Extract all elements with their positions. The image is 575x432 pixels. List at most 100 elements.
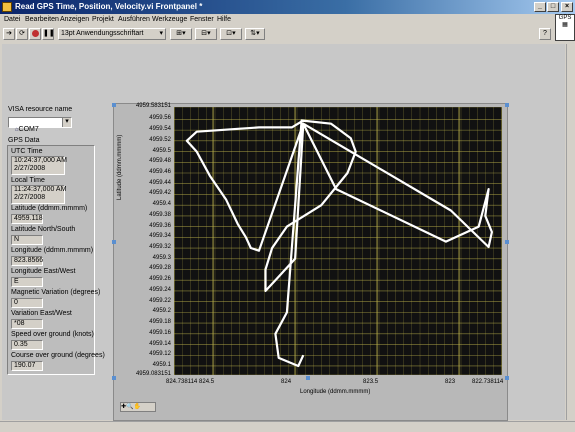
x-tick-label: 823.5 <box>363 379 379 385</box>
latitude-label: Latitude (ddmm.mmmm) <box>11 205 88 212</box>
run-arrow-icon[interactable]: ➔ <box>3 28 15 40</box>
vertical-scrollbar[interactable] <box>566 44 575 420</box>
speed-label: Speed over ground (knots) <box>11 331 94 338</box>
y-tick-label: 4959.26 <box>149 276 171 283</box>
resize-handle[interactable] <box>505 103 509 107</box>
course-label: Course over ground (degrees) <box>11 352 105 359</box>
y-tick-label: 4959.16 <box>149 329 171 336</box>
lon-ew-indicator: E <box>11 277 43 287</box>
magvar-indicator: 0 <box>11 298 43 308</box>
y-tick-label: 4959.1 <box>152 361 171 368</box>
app-icon <box>2 2 12 12</box>
y-tick-label: 4959.28 <box>149 265 171 272</box>
font-dropdown[interactable]: 13pt Anwendungsschriftart ▾ <box>58 28 166 40</box>
pause-button[interactable]: ❚❚ <box>42 28 55 40</box>
y-tick-label: 4959.34 <box>149 233 171 240</box>
gridlines <box>174 107 502 375</box>
minimize-button[interactable]: _ <box>534 2 546 12</box>
align-objects-icon[interactable]: ⊞▾ <box>170 28 192 40</box>
y-tick-label: 4959.583151 <box>135 103 171 109</box>
menu-hilfe[interactable]: Hilfe <box>217 14 231 25</box>
horizontal-scrollbar[interactable] <box>0 421 575 432</box>
y-tick-label: 4959.52 <box>149 136 171 143</box>
y-tick-label: 4959.12 <box>149 351 171 358</box>
resize-handle[interactable] <box>112 376 116 380</box>
run-continuously-icon[interactable]: ⟳ <box>16 28 28 40</box>
y-tick-label: 4959.3 <box>152 254 171 261</box>
utc-date: 2/27/2008 <box>14 165 46 172</box>
y-tick-label: 4959.56 <box>149 115 171 122</box>
resize-handle[interactable] <box>112 240 116 244</box>
x-tick-label: 823 <box>445 379 456 385</box>
chevron-down-icon: ▾ <box>159 30 163 37</box>
y-axis-label: Latitude (ddmm.mmmm) <box>117 134 123 200</box>
menu-ausfuehren[interactable]: Ausführen <box>118 14 150 25</box>
toolbar: ➔ ⟳ ❚❚ 13pt Anwendungsschriftart ▾ ⊞▾ ⊟▾ … <box>0 26 575 42</box>
menu-fenster[interactable]: Fenster <box>190 14 214 25</box>
menu-bearbeiten[interactable]: Bearbeiten <box>25 14 59 25</box>
resize-handle[interactable] <box>112 103 116 107</box>
lat-ns-indicator: N <box>11 235 43 245</box>
longitude-label: Longitude (ddmm.mmmm) <box>11 247 94 254</box>
y-tick-label: 4959.24 <box>149 286 171 293</box>
menu-werkzeuge[interactable]: Werkzeuge <box>152 14 187 25</box>
resize-handle[interactable] <box>306 376 310 380</box>
local-time-label: Local Time <box>11 177 45 184</box>
context-help-icon[interactable]: ? <box>539 28 551 40</box>
maximize-button[interactable]: □ <box>547 2 559 12</box>
menu-projekt[interactable]: Projekt <box>92 14 114 25</box>
utc-time: 10:24:37,000 AM <box>14 157 67 164</box>
longitude-indicator: 823.8566 <box>11 256 43 266</box>
y-tick-label: 4959.42 <box>149 190 171 197</box>
x-tick-label: 822.738114 <box>472 379 504 385</box>
x-tick-label: 824.738114 <box>166 379 198 385</box>
resize-objects-icon[interactable]: ⊡▾ <box>220 28 242 40</box>
visa-resource-control[interactable]: ⌂COM7 ▾ <box>8 117 72 133</box>
var-ew-indicator: *08 <box>11 319 43 329</box>
pan-hand-icon[interactable]: ✋ <box>134 404 141 410</box>
visa-label: VISA resource name <box>8 106 73 113</box>
title-bar: Read GPS Time, Position, Velocity.vi Fro… <box>0 0 575 14</box>
y-tick-label: 4959.4 <box>152 201 171 208</box>
lon-ew-label: Longitude East/West <box>11 268 76 275</box>
x-tick-label: 824 <box>281 379 292 385</box>
menu-bar: Datei Bearbeiten Anzeigen Projekt Ausfüh… <box>0 14 575 25</box>
latitude-indicator: 4959.118 <box>11 214 43 224</box>
speed-indicator: 0.35 <box>11 340 43 350</box>
local-date: 2/27/2008 <box>14 194 46 201</box>
utc-time-indicator: 10:24:37,000 AM 2/27/2008 <box>11 156 67 175</box>
y-tick-label: 4959.14 <box>149 340 171 347</box>
y-tick-label: 4959.083151 <box>135 371 171 377</box>
y-tick-label: 4959.18 <box>149 319 171 326</box>
y-tick-label: 4959.38 <box>149 211 171 218</box>
magvar-label: Magnetic Variation (degrees) <box>11 289 101 296</box>
y-tick-label: 4959.22 <box>149 297 171 304</box>
gps-cluster-label: GPS Data <box>8 137 40 144</box>
y-tick-label: 4959.2 <box>152 308 171 315</box>
close-button[interactable]: × <box>561 2 573 12</box>
y-tick-label: 4959.32 <box>149 244 171 251</box>
utc-label: UTC Time <box>11 148 43 155</box>
local-time-indicator: 11:24:37,000 AM 2/27/2008 <box>11 185 67 204</box>
y-tick-label: 4959.44 <box>149 179 171 186</box>
lat-ns-label: Latitude North/South <box>11 226 76 233</box>
x-axis-label: Longitude (ddmm.mmmm) <box>300 389 371 395</box>
y-tick-label: 4959.36 <box>149 222 171 229</box>
distribute-objects-icon[interactable]: ⊟▾ <box>195 28 217 40</box>
chevron-down-icon[interactable]: ▾ <box>62 118 71 127</box>
course-indicator: 190.07 <box>11 361 43 371</box>
reorder-icon[interactable]: ⇅▾ <box>245 28 265 40</box>
y-tick-label: 4959.54 <box>149 126 171 133</box>
graph-palette[interactable]: ✚🔍✋ <box>120 402 156 412</box>
menu-anzeigen[interactable]: Anzeigen <box>60 14 89 25</box>
menu-datei[interactable]: Datei <box>4 14 20 25</box>
zoom-icon[interactable]: 🔍 <box>126 404 133 410</box>
local-time: 11:24:37,000 AM <box>14 186 67 193</box>
y-tick-label: 4959.46 <box>149 169 171 175</box>
plot-area[interactable] <box>174 107 502 375</box>
resize-handle[interactable] <box>505 376 509 380</box>
abort-button[interactable] <box>29 28 41 40</box>
y-tick-label: 4959.48 <box>149 158 171 165</box>
resize-handle[interactable] <box>505 240 509 244</box>
font-label: 13pt Anwendungsschriftart <box>61 30 144 37</box>
